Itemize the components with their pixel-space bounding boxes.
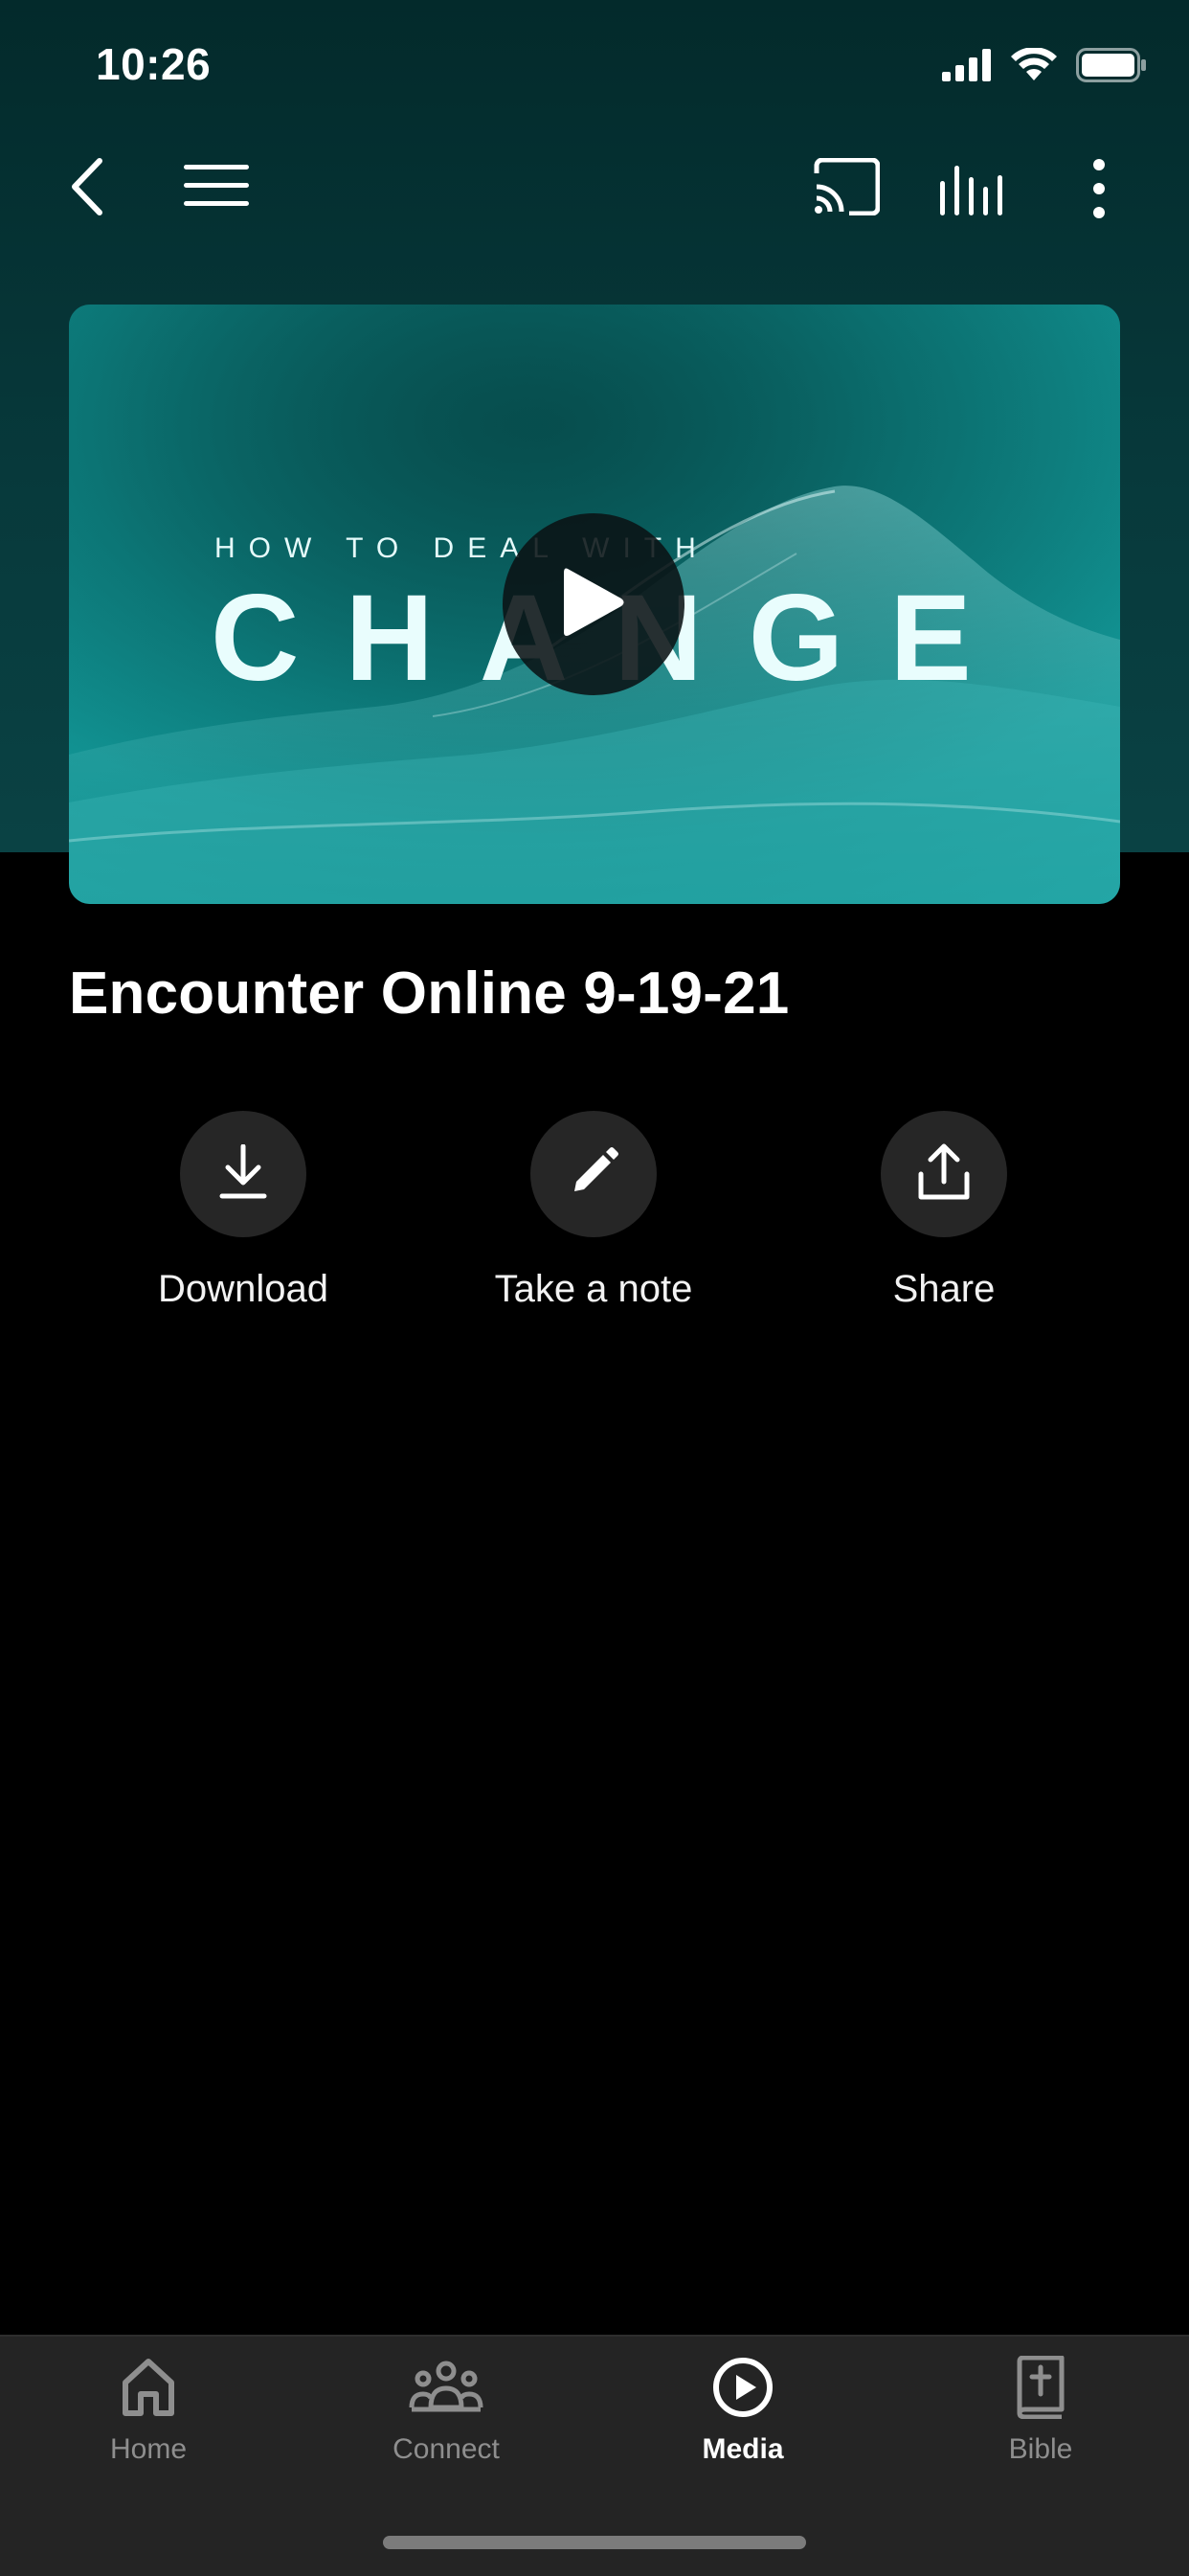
share-button[interactable] bbox=[881, 1111, 1007, 1237]
download-button[interactable] bbox=[180, 1111, 306, 1237]
chevron-left-icon bbox=[67, 157, 105, 221]
share-label: Share bbox=[892, 1268, 996, 1310]
cast-button[interactable] bbox=[810, 157, 883, 220]
cast-icon bbox=[813, 157, 881, 220]
bible-icon bbox=[1014, 2355, 1067, 2424]
audio-button[interactable] bbox=[936, 157, 1007, 220]
play-button[interactable] bbox=[503, 513, 684, 695]
home-icon bbox=[120, 2356, 177, 2424]
take-note-action[interactable]: Take a note bbox=[450, 1111, 737, 1311]
download-icon bbox=[218, 1143, 268, 1205]
play-circle-icon bbox=[711, 2356, 774, 2424]
download-action[interactable]: Download bbox=[100, 1111, 387, 1311]
share-icon bbox=[917, 1143, 971, 1206]
video-player[interactable]: HOW TO DEAL WITH CHANGE bbox=[69, 305, 1120, 904]
more-vertical-icon bbox=[1092, 158, 1106, 224]
share-action[interactable]: Share bbox=[800, 1111, 1088, 1311]
people-icon bbox=[408, 2356, 484, 2424]
back-button[interactable] bbox=[57, 153, 115, 224]
more-options-button[interactable] bbox=[1072, 157, 1126, 224]
tab-connect[interactable]: Connect bbox=[331, 2356, 561, 2466]
home-indicator[interactable] bbox=[383, 2536, 806, 2549]
take-note-label: Take a note bbox=[494, 1268, 693, 1310]
status-time: 10:26 bbox=[96, 39, 212, 89]
tab-media[interactable]: Media bbox=[628, 2356, 858, 2466]
tab-bible-label: Bible bbox=[1008, 2433, 1073, 2465]
status-icons bbox=[942, 46, 1147, 87]
battery-icon bbox=[1076, 47, 1147, 87]
tab-home[interactable]: Home bbox=[34, 2356, 263, 2466]
tab-bible[interactable]: Bible bbox=[926, 2355, 1155, 2466]
pencil-icon bbox=[569, 1146, 618, 1202]
tab-media-label: Media bbox=[702, 2433, 784, 2465]
media-title: Encounter Online 9-19-21 bbox=[69, 960, 790, 1027]
play-icon bbox=[560, 563, 627, 646]
hamburger-menu-icon bbox=[184, 163, 249, 214]
take-note-button[interactable] bbox=[530, 1111, 657, 1237]
tab-home-label: Home bbox=[109, 2433, 188, 2465]
cellular-signal-icon bbox=[942, 48, 992, 86]
audio-bars-icon bbox=[938, 158, 1005, 220]
download-label: Download bbox=[158, 1268, 328, 1310]
menu-button[interactable] bbox=[180, 157, 253, 218]
wifi-icon bbox=[1011, 46, 1057, 87]
tab-connect-label: Connect bbox=[393, 2433, 500, 2465]
